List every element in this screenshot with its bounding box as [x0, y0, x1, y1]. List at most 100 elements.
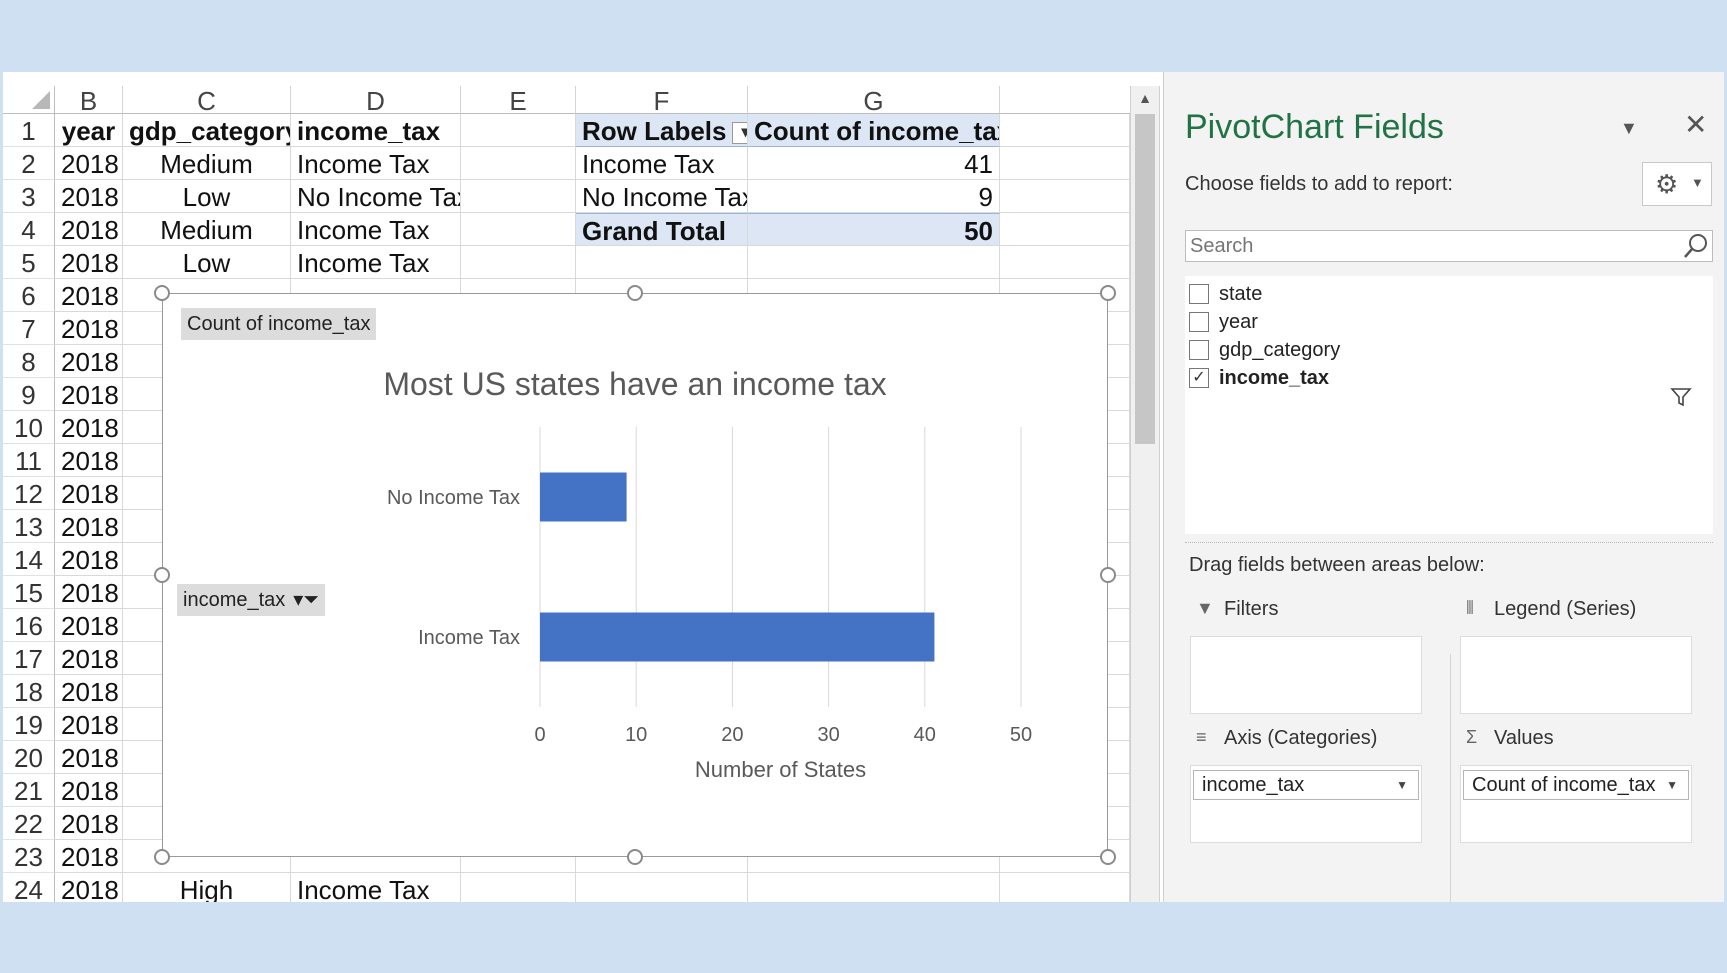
chevron-down-icon[interactable]: ▼: [1666, 771, 1678, 799]
cell-b[interactable]: 2018: [55, 246, 123, 279]
cell-d[interactable]: income_tax: [291, 114, 461, 147]
row-header[interactable]: 2: [3, 147, 55, 180]
cell-h[interactable]: [1000, 180, 1130, 213]
chart-resize-handle[interactable]: [1100, 849, 1116, 865]
pivot-row-label[interactable]: Income Tax: [576, 147, 748, 180]
row-header[interactable]: 3: [3, 180, 55, 213]
row-labels-filter-icon[interactable]: ▾: [732, 122, 747, 145]
row-header[interactable]: 16: [3, 609, 55, 642]
row-header[interactable]: 10: [3, 411, 55, 444]
cell-c[interactable]: Low: [123, 180, 291, 213]
cell-d[interactable]: Income Tax: [291, 873, 461, 902]
cell-b[interactable]: 2018: [55, 312, 123, 345]
chart-resize-handle[interactable]: [627, 285, 643, 301]
cell-b[interactable]: 2018: [55, 213, 123, 246]
values-area[interactable]: Σ Values Count of income_tax ▼: [1460, 727, 1692, 902]
cell-d[interactable]: Income Tax: [291, 213, 461, 246]
row-header[interactable]: 21: [3, 774, 55, 807]
cell-e[interactable]: [461, 114, 576, 147]
row-header[interactable]: 24: [3, 873, 55, 902]
row-header[interactable]: 7: [3, 312, 55, 345]
row-header[interactable]: 4: [3, 213, 55, 246]
row-header[interactable]: 12: [3, 477, 55, 510]
cell-f[interactable]: [576, 873, 748, 902]
filter-funnel-icon[interactable]: [1670, 386, 1692, 408]
pivot-row-value[interactable]: 9: [748, 180, 1000, 213]
axis-drop-zone[interactable]: income_tax ▼: [1190, 765, 1422, 843]
chart-resize-handle[interactable]: [154, 567, 170, 583]
cell-b[interactable]: 2018: [55, 411, 123, 444]
tools-button[interactable]: ⚙ ▼: [1642, 162, 1712, 206]
pivot-chart[interactable]: 0 10 20 30 40 50 Income Tax No Income Tax Number…: [162, 293, 1108, 857]
cell-b[interactable]: 2018: [55, 477, 123, 510]
cell-b[interactable]: 2018: [55, 807, 123, 840]
cell-g[interactable]: [748, 873, 1000, 902]
row-header[interactable]: 5: [3, 246, 55, 279]
row-header[interactable]: 14: [3, 543, 55, 576]
cell-b[interactable]: 2018: [55, 510, 123, 543]
row-header[interactable]: 20: [3, 741, 55, 774]
chart-axis-field-button[interactable]: income_tax ▾⏷: [177, 584, 326, 616]
scroll-thumb[interactable]: [1135, 114, 1155, 444]
cell-d[interactable]: Income Tax: [291, 147, 461, 180]
cell-b[interactable]: year: [55, 114, 123, 147]
row-header[interactable]: 8: [3, 345, 55, 378]
cell-b[interactable]: 2018: [55, 774, 123, 807]
search-icon[interactable]: [1682, 232, 1710, 260]
column-header-c[interactable]: C: [123, 86, 291, 116]
pivot-grand-total-label[interactable]: Grand Total: [576, 213, 748, 246]
cell-d[interactable]: No Income Tax: [291, 180, 461, 213]
cell-b[interactable]: 2018: [55, 180, 123, 213]
row-header[interactable]: 19: [3, 708, 55, 741]
cell-h[interactable]: [1000, 213, 1130, 246]
scroll-up-icon[interactable]: ▲: [1131, 86, 1159, 110]
close-icon[interactable]: ✕: [1684, 108, 1707, 141]
cell-b[interactable]: 2018: [55, 708, 123, 741]
cell-h[interactable]: [1000, 873, 1130, 902]
cell-b[interactable]: 2018: [55, 279, 123, 312]
column-header-h[interactable]: [1000, 86, 1130, 114]
field-checkbox[interactable]: [1189, 312, 1209, 332]
values-drop-zone[interactable]: Count of income_tax ▼: [1460, 765, 1692, 843]
cell-b[interactable]: 2018: [55, 840, 123, 873]
cell-c[interactable]: gdp_category: [123, 114, 291, 147]
column-header-d[interactable]: D: [291, 86, 461, 116]
cell-c[interactable]: Low: [123, 246, 291, 279]
pivot-row-value[interactable]: 41: [748, 147, 1000, 180]
field-checkbox[interactable]: [1189, 340, 1209, 360]
cell-e[interactable]: [461, 246, 576, 279]
field-search-input[interactable]: [1185, 230, 1713, 262]
row-header[interactable]: 9: [3, 378, 55, 411]
pivot-row-label[interactable]: No Income Tax: [576, 180, 748, 213]
bar[interactable]: [540, 612, 935, 662]
vertical-scrollbar[interactable]: ▲: [1130, 86, 1160, 902]
cell-e[interactable]: [461, 213, 576, 246]
row-header[interactable]: 6: [3, 279, 55, 312]
cell-c[interactable]: High: [123, 873, 291, 902]
chart-resize-handle[interactable]: [1100, 567, 1116, 583]
column-header-b[interactable]: B: [55, 86, 123, 116]
row-header[interactable]: 23: [3, 840, 55, 873]
field-checkbox-checked[interactable]: ✓: [1189, 368, 1209, 388]
chart-resize-handle[interactable]: [154, 849, 170, 865]
pivot-grand-total-value[interactable]: 50: [748, 213, 1000, 246]
cell-b[interactable]: 2018: [55, 642, 123, 675]
bar[interactable]: [540, 472, 627, 522]
cell-b[interactable]: 2018: [55, 675, 123, 708]
column-header-f[interactable]: F: [576, 86, 748, 116]
row-header[interactable]: 13: [3, 510, 55, 543]
cell-c[interactable]: Medium: [123, 213, 291, 246]
axis-area[interactable]: ≡ Axis (Categories) income_tax ▼: [1190, 727, 1422, 902]
legend-drop-zone[interactable]: [1460, 636, 1692, 714]
row-header[interactable]: 1: [3, 114, 55, 147]
cell-b[interactable]: 2018: [55, 444, 123, 477]
chart-values-field-button[interactable]: Count of income_tax: [181, 308, 377, 340]
chart-resize-handle[interactable]: [1100, 285, 1116, 301]
row-header[interactable]: 22: [3, 807, 55, 840]
cell-b[interactable]: 2018: [55, 378, 123, 411]
pivot-row-labels-header[interactable]: Row Labels▾: [576, 114, 748, 147]
row-header[interactable]: 15: [3, 576, 55, 609]
cell-b[interactable]: 2018: [55, 609, 123, 642]
cell-b[interactable]: 2018: [55, 873, 123, 902]
chevron-down-icon[interactable]: ▼: [1396, 771, 1408, 799]
